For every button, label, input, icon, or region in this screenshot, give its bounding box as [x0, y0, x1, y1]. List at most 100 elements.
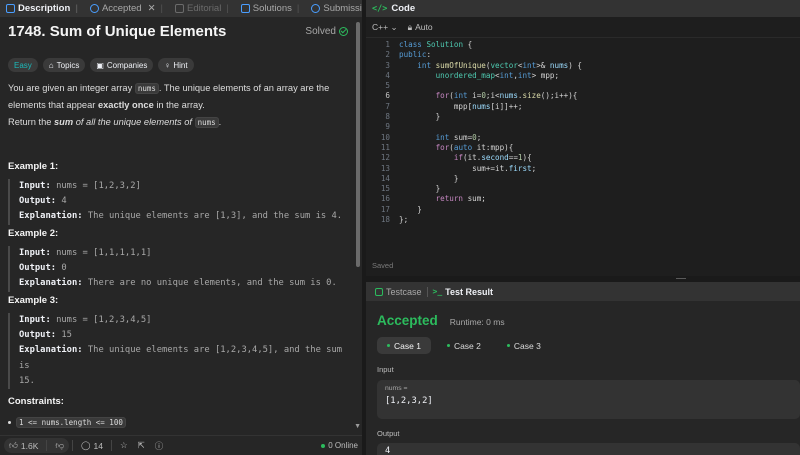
code-panel: </> Code C++ ⌄ 🔒︎ Auto 1 class Solution {2… — [366, 0, 800, 276]
code-line[interactable]: 10 int sum=0; — [366, 133, 800, 143]
code-line[interactable]: 8 } — [366, 112, 800, 122]
code-line[interactable]: 7 mpp[nums[i]]++; — [366, 102, 800, 112]
dislike-button[interactable]: 👎︎ — [50, 438, 69, 453]
verdict: Accepted — [377, 313, 438, 328]
code-line[interactable]: 18}; — [366, 215, 800, 225]
tag-icon: ⌂ — [48, 60, 54, 70]
help-button[interactable]: ⓘ — [150, 438, 169, 453]
code-line[interactable]: 13 sum+=it.first; — [366, 164, 800, 174]
thumbs-up-icon: 👍︎ — [9, 440, 18, 450]
code-text: } — [399, 173, 459, 183]
example-1-block: Input: nums = [1,2,3,2] Output: 4 Explan… — [8, 179, 350, 225]
code-line[interactable]: 6 for(int i=0;i<nums.size();i++){ — [366, 91, 800, 101]
runtime: Runtime: 0 ms — [449, 317, 505, 327]
example-2-block: Input: nums = [1,1,1,1,1] Output: 0 Expl… — [8, 246, 350, 292]
test-tabs: Testcase >_ Test Result — [366, 282, 800, 301]
star-icon: ☆ — [120, 440, 128, 450]
example-1-title: Example 1: — [8, 161, 59, 172]
scroll-down-icon[interactable]: ▼ — [354, 423, 361, 430]
terminal-icon: >_ — [432, 287, 443, 296]
example-3-title: Example 3: — [8, 295, 59, 306]
line-number: 7 — [385, 101, 390, 111]
line-number: 16 — [380, 194, 390, 204]
tab-editorial[interactable]: Editorial | — [169, 0, 235, 17]
code-line[interactable]: 4 unordered_map<int,int> mpp; — [366, 71, 800, 81]
tab-accepted[interactable]: Accepted ✕ | — [84, 0, 169, 17]
tab-testcase[interactable]: Testcase — [370, 287, 427, 297]
code-line[interactable]: 14 } — [366, 174, 800, 184]
close-icon[interactable]: ✕ — [148, 3, 156, 14]
saved-status: Saved — [372, 261, 394, 270]
code-text: } — [399, 204, 422, 214]
share-icon: ⇱ — [137, 440, 145, 450]
tab-test-result[interactable]: >_ Test Result — [428, 287, 498, 297]
problem-tabs: Description | Accepted ✕ | Editorial | S… — [0, 0, 377, 17]
thumbs-down-icon: 👎︎ — [55, 440, 65, 450]
code-text: }; — [399, 215, 409, 225]
code-line[interactable]: 9 — [366, 122, 800, 132]
tab-description[interactable]: Description | — [0, 0, 84, 17]
constraint-item: 1 <= nums.length <= 100 — [8, 417, 126, 428]
result-summary: Accepted Runtime: 0 ms — [377, 313, 505, 328]
description-para-1: You are given an integer array nums. The… — [8, 83, 330, 110]
flask-icon — [240, 4, 250, 13]
line-number: 15 — [380, 184, 390, 194]
output-label: Output — [377, 429, 400, 438]
companies-tag[interactable]: ▣ Companies — [90, 58, 154, 72]
scrollbar[interactable] — [356, 22, 360, 267]
code-text: public: — [399, 50, 432, 60]
code-line[interactable]: 5 — [366, 81, 800, 91]
case-1-tab[interactable]: Case 1 — [377, 337, 431, 354]
check-circle-icon — [339, 26, 348, 36]
line-number: 13 — [380, 163, 390, 173]
drag-handle[interactable] — [676, 278, 686, 279]
tab-solutions[interactable]: Solutions | — [235, 0, 306, 17]
hint-tag[interactable]: ♀ Hint — [158, 58, 194, 72]
code-text: } — [399, 184, 441, 194]
code-text: int sum=0; — [435, 132, 482, 142]
like-button[interactable]: 👍︎ 1.6K — [4, 438, 43, 453]
favorite-button[interactable]: ☆ — [115, 438, 133, 453]
code-toolbar: C++ ⌄ 🔒︎ Auto — [366, 17, 800, 38]
line-number: 4 — [385, 70, 390, 80]
topics-tag[interactable]: ⌂ Topics — [42, 58, 86, 72]
line-number: 18 — [380, 215, 390, 225]
code-line[interactable]: 15 } — [366, 184, 800, 194]
code-line[interactable]: 12 if(it.second==1){ — [366, 153, 800, 163]
code-line[interactable]: 1 class Solution { — [366, 40, 800, 50]
code-line[interactable]: 17 } — [366, 205, 800, 215]
code-editor[interactable]: 1 class Solution {2 public: 3 int sumOfUniq… — [366, 40, 800, 225]
code-text: for(int i=0;i<nums.size();i++){ — [435, 91, 578, 101]
code-text: sum+=it.first; — [399, 163, 537, 173]
like-group: 👍︎ 1.6K 👎︎ — [4, 438, 70, 453]
line-number: 10 — [380, 132, 390, 142]
problem-footer: 👍︎ 1.6K 👎︎ ◯ 14 ☆ ⇱ ⓘ 0 Online — [0, 435, 362, 455]
code-line[interactable]: 3 int sumOfUnique(vector<int>& nums) { — [366, 61, 800, 71]
input-label: Input — [377, 365, 394, 374]
problem-panel: Description | Accepted ✕ | Editorial | S… — [0, 0, 377, 455]
line-number: 11 — [380, 142, 390, 152]
line-number: 8 — [385, 112, 390, 122]
comments-button[interactable]: ◯ 14 — [76, 438, 108, 453]
language-select[interactable]: C++ ⌄ — [372, 22, 398, 33]
code-icon: </> — [372, 3, 388, 14]
code-text: unordered_map<int,int> mpp; — [435, 70, 560, 80]
code-header: </> Code — [366, 0, 800, 17]
line-number: 12 — [380, 153, 390, 163]
code-text: } — [399, 112, 441, 122]
line-number: 17 — [380, 204, 390, 214]
case-2-tab[interactable]: Case 2 — [437, 337, 491, 354]
code-line[interactable]: 16 return sum; — [366, 194, 800, 204]
auto-toggle[interactable]: 🔒︎ Auto — [408, 22, 433, 33]
online-count: 0 Online — [321, 441, 358, 450]
code-line[interactable]: 11 for(auto it:mpp){ — [366, 143, 800, 153]
solved-status: Solved — [305, 26, 348, 37]
line-number: 9 — [385, 122, 390, 132]
example-3-block: Input: nums = [1,2,3,4,5] Output: 15 Exp… — [8, 313, 350, 390]
question-icon: ⓘ — [154, 440, 164, 451]
code-line[interactable]: 2 public: — [366, 50, 800, 60]
case-3-tab[interactable]: Case 3 — [497, 337, 551, 354]
code-text: if(it.second==1){ — [453, 153, 532, 163]
checkbox-icon — [375, 287, 383, 296]
share-button[interactable]: ⇱ — [133, 438, 150, 453]
